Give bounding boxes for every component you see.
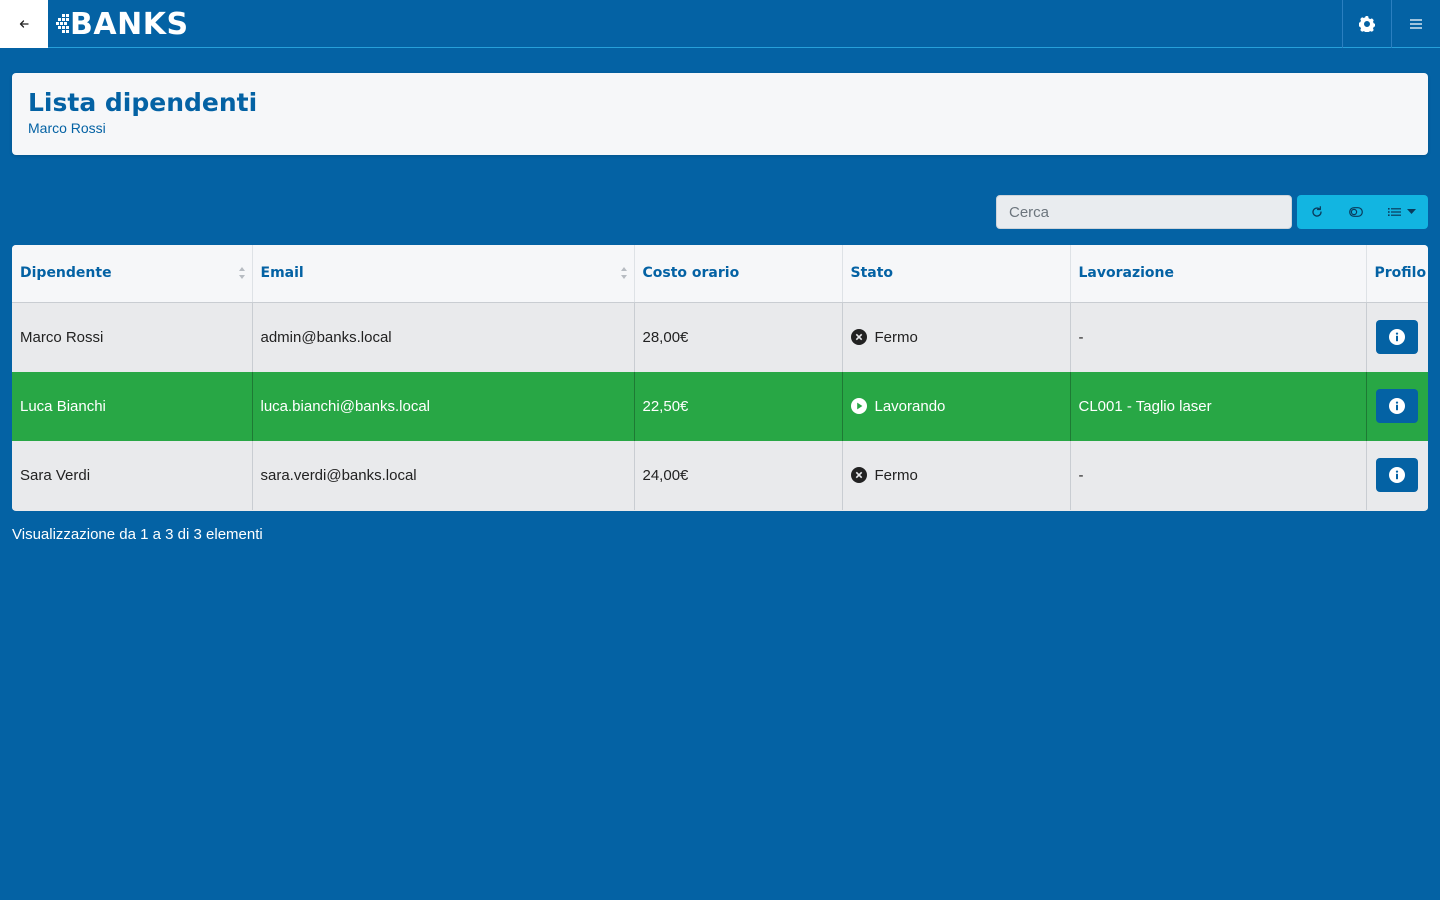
menu-button[interactable] [1391, 0, 1440, 48]
cell-profile [1366, 440, 1428, 510]
cell-status: Fermo [842, 440, 1071, 510]
info-icon [1389, 467, 1406, 483]
cell-hourly-cost: 22,50€ [634, 371, 843, 441]
toggle-view-button[interactable] [1336, 195, 1375, 229]
profile-info-button[interactable] [1376, 389, 1419, 423]
logo-mark-icon [56, 14, 69, 33]
employees-table: Dipendente Email Costo orario Stato Lavo… [12, 245, 1428, 511]
stop-circle-icon [850, 329, 867, 345]
column-header-costo-orario: Costo orario [634, 245, 843, 303]
stop-circle-icon [850, 467, 867, 483]
cell-employee-name: Marco Rossi [12, 302, 253, 372]
info-icon [1389, 398, 1406, 414]
cell-job: CL001 - Taglio laser [1070, 371, 1367, 441]
sort-icon [238, 267, 245, 279]
status-label: Fermo [874, 466, 918, 484]
back-button[interactable] [0, 0, 48, 48]
play-circle-icon [850, 398, 867, 414]
arrow-left-icon [19, 20, 29, 28]
page-title: Lista dipendenti [28, 88, 258, 117]
table-row[interactable]: Luca Bianchi luca.bianchi@banks.local 22… [12, 371, 1428, 441]
cell-employee-name: Sara Verdi [12, 440, 253, 510]
cell-hourly-cost: 24,00€ [634, 440, 843, 510]
column-header-profilo: Profilo [1366, 245, 1428, 303]
column-header-lavorazione: Lavorazione [1070, 245, 1367, 303]
profile-info-button[interactable] [1376, 458, 1419, 492]
toggle-icon [1348, 207, 1363, 217]
cell-employee-name: Luca Bianchi [12, 371, 253, 441]
cell-profile [1366, 302, 1428, 372]
status-label: Lavorando [874, 397, 946, 415]
refresh-button[interactable] [1297, 195, 1336, 229]
pagination-info: Visualizzazione da 1 a 3 di 3 elementi [12, 526, 263, 543]
page-subtitle: Marco Rossi [28, 120, 106, 136]
cell-email: admin@banks.local [252, 302, 635, 372]
cell-hourly-cost: 28,00€ [634, 302, 843, 372]
logo[interactable]: BANKS [56, 6, 189, 42]
cell-email: luca.bianchi@banks.local [252, 371, 635, 441]
cell-profile [1366, 371, 1428, 441]
columns-dropdown-button[interactable] [1375, 195, 1428, 229]
table-header-row: Dipendente Email Costo orario Stato Lavo… [12, 245, 1428, 303]
top-navbar: BANKS [0, 0, 1440, 48]
column-header-dipendente[interactable]: Dipendente [12, 245, 253, 303]
status-label: Fermo [874, 328, 918, 346]
list-columns-icon [1387, 208, 1401, 216]
logo-text: BANKS [70, 6, 189, 42]
table-row[interactable]: Marco Rossi admin@banks.local 28,00€ Fer… [12, 302, 1428, 372]
cell-job: - [1070, 302, 1367, 372]
sort-icon [620, 267, 627, 279]
page-header-card: Lista dipendenti Marco Rossi [12, 73, 1428, 155]
cell-status: Fermo [842, 302, 1071, 372]
table-toolbar-buttons [1297, 195, 1428, 229]
column-header-stato: Stato [842, 245, 1071, 303]
caret-down-icon [1406, 209, 1416, 214]
cell-job: - [1070, 440, 1367, 510]
profile-info-button[interactable] [1376, 320, 1419, 354]
hamburger-menu-icon [1410, 19, 1422, 29]
gear-icon [1359, 16, 1375, 32]
refresh-icon [1311, 206, 1322, 217]
settings-button[interactable] [1342, 0, 1391, 48]
cell-status: Lavorando [842, 371, 1071, 441]
table-row[interactable]: Sara Verdi sara.verdi@banks.local 24,00€… [12, 440, 1428, 510]
search-input[interactable] [996, 195, 1292, 229]
column-header-email[interactable]: Email [252, 245, 635, 303]
info-icon [1389, 329, 1406, 345]
cell-email: sara.verdi@banks.local [252, 440, 635, 510]
